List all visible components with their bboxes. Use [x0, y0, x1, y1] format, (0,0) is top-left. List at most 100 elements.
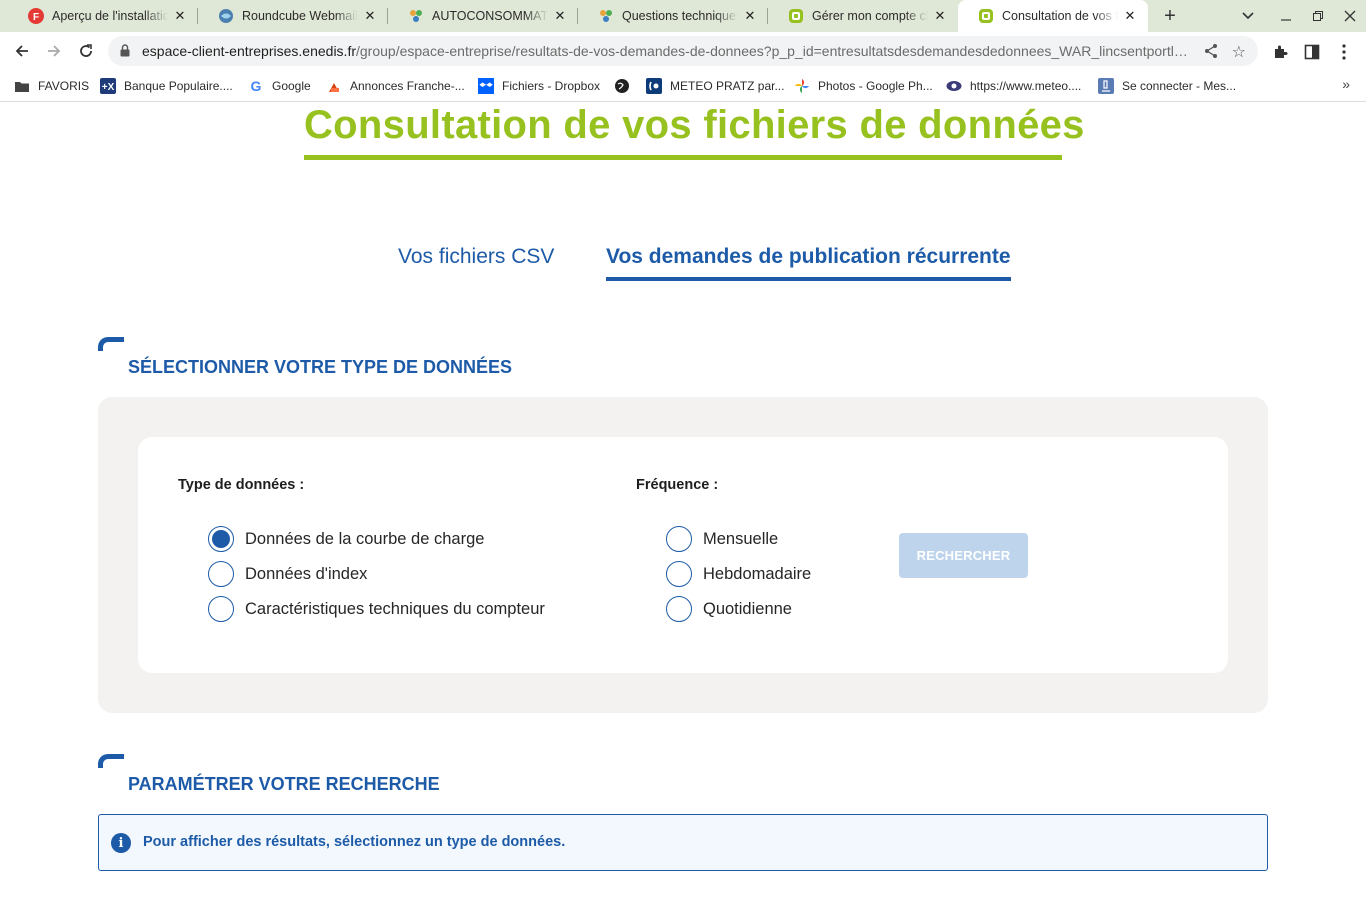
bookmark-item[interactable]: +X Banque Populaire.... [100, 76, 233, 96]
google-icon: G [248, 78, 264, 94]
forward-icon[interactable] [42, 39, 66, 63]
new-tab-icon[interactable]: + [1158, 4, 1182, 28]
section-title: SÉLECTIONNER VOTRE TYPE DE DONNÉES [128, 357, 513, 377]
tab-csv-files[interactable]: Vos fichiers CSV [398, 245, 554, 269]
close-icon[interactable]: ✕ [742, 8, 758, 24]
radio-button-checked[interactable] [208, 526, 234, 552]
title-underline [304, 155, 1062, 160]
browser-tab[interactable]: Questions techniques | ✕ [578, 0, 768, 32]
close-icon[interactable]: ✕ [1122, 8, 1138, 24]
restore-icon[interactable] [1302, 0, 1334, 32]
browser-tab-title: Aperçu de l'installation [52, 9, 168, 23]
meteo-icon [646, 78, 662, 94]
browser-tab-title: Consultation de vos fic [1002, 9, 1118, 23]
tab-search-icon[interactable] [1232, 0, 1264, 32]
back-icon[interactable] [10, 39, 34, 63]
data-type-label: Type de données : [178, 477, 305, 493]
globe-icon [218, 8, 234, 24]
share-icon[interactable] [1204, 43, 1218, 64]
radio-option-meter-specs[interactable]: Caractéristiques techniques du compteur [208, 596, 545, 622]
sidepanel-icon[interactable] [1302, 42, 1322, 62]
corner-decoration [98, 754, 124, 768]
radio-button[interactable] [666, 561, 692, 587]
radio-dot [212, 530, 230, 548]
more-bookmarks-icon[interactable]: » [1342, 76, 1350, 92]
browser-tab-active[interactable]: Consultation de vos fic ✕ [958, 0, 1148, 32]
section-title: PARAMÉTRER VOTRE RECHERCHE [128, 774, 440, 794]
browser-tab-title: Gérer mon compte clien [812, 9, 928, 23]
radio-label: Données d'index [245, 564, 368, 583]
browser-tab[interactable]: Roundcube Webmail :: I ✕ [198, 0, 388, 32]
close-icon[interactable]: ✕ [552, 8, 568, 24]
svg-text:G: G [251, 78, 262, 94]
radio-option-index[interactable]: Données d'index [208, 561, 367, 587]
radio-option-monthly[interactable]: Mensuelle [666, 526, 778, 552]
svg-text:+X: +X [102, 82, 115, 93]
bookmark-item[interactable] [614, 76, 638, 96]
microscope-icon [1098, 78, 1114, 94]
bookmark-item[interactable]: Annonces Franche-... [326, 76, 465, 96]
bookmark-label: FAVORIS [38, 79, 90, 93]
red-logo-icon: F [28, 8, 44, 24]
bookmark-item[interactable]: Se connecter - Mes... [1098, 76, 1236, 96]
close-icon[interactable]: ✕ [932, 8, 948, 24]
info-message-box: i Pour afficher des résultats, sélection… [98, 814, 1268, 871]
photos-icon [794, 78, 810, 94]
close-icon[interactable]: ✕ [362, 8, 378, 24]
radio-label: Caractéristiques techniques du compteur [245, 599, 545, 618]
radio-label: Mensuelle [703, 529, 779, 548]
bookmark-item[interactable]: FAVORIS [14, 76, 89, 96]
bookmark-label: https://www.meteo.... [970, 79, 1082, 93]
info-message: Pour afficher des résultats, sélectionne… [143, 834, 566, 850]
tab-label: Vos fichiers CSV [398, 245, 555, 268]
menu-kebab-icon[interactable] [1334, 42, 1354, 62]
browser-tab[interactable]: AUTOCONSOMMATION ✕ [388, 0, 578, 32]
bookmark-label: Photos - Google Ph... [818, 79, 933, 93]
close-icon[interactable]: ✕ [172, 8, 188, 24]
browser-tab-title: Roundcube Webmail :: I [242, 9, 358, 23]
bookmark-label: METEO PRATZ par... [670, 79, 785, 93]
enedis-icon [788, 8, 804, 24]
bank-icon: +X [100, 78, 116, 94]
bookmark-item[interactable]: Photos - Google Ph... [794, 76, 933, 96]
annonces-icon [326, 78, 342, 94]
lock-icon [120, 44, 130, 62]
reload-icon[interactable] [74, 39, 98, 63]
bookmark-item[interactable]: METEO PRATZ par... [646, 76, 784, 96]
eye-icon [946, 78, 962, 94]
extensions-icon[interactable] [1270, 42, 1290, 62]
address-bar[interactable]: espace-client-entreprises.enedis.fr/grou… [108, 36, 1258, 66]
minimize-icon[interactable] [1270, 0, 1302, 32]
people-icon [408, 8, 424, 24]
bookmark-star-icon[interactable]: ☆ [1232, 42, 1246, 62]
radio-option-daily[interactable]: Quotidienne [666, 596, 792, 622]
bookmark-label: Fichiers - Dropbox [502, 79, 601, 93]
bookmark-item[interactable]: G Google [248, 76, 311, 96]
radio-button[interactable] [208, 561, 234, 587]
url-host: espace-client-entreprises.enedis.fr [142, 43, 356, 59]
url-text: espace-client-entreprises.enedis.fr/grou… [142, 43, 1192, 59]
bookmark-label: Se connecter - Mes... [1122, 79, 1237, 93]
close-window-icon[interactable] [1334, 0, 1366, 32]
browser-tab[interactable]: Gérer mon compte clien ✕ [768, 0, 958, 32]
search-button[interactable]: RECHERCHER [899, 533, 1028, 578]
browser-tab-title: AUTOCONSOMMATION [432, 9, 548, 23]
url-path: /group/espace-entreprise/resultats-de-vo… [356, 43, 1192, 59]
bookmarks-bar: FAVORIS +X Banque Populaire.... G Google… [0, 70, 1366, 102]
radio-option-weekly[interactable]: Hebdomadaire [666, 561, 811, 587]
bookmark-item[interactable]: https://www.meteo.... [946, 76, 1081, 96]
frequency-label: Fréquence : [636, 477, 719, 493]
radio-button[interactable] [666, 596, 692, 622]
people-icon [598, 8, 614, 24]
radio-option-load-curve[interactable]: Données de la courbe de charge [208, 526, 484, 552]
browser-tab-strip: F Aperçu de l'installation ✕ Roundcube W… [0, 0, 1366, 32]
radio-button[interactable] [208, 596, 234, 622]
tab-recurring-requests[interactable]: Vos demandes de publication récurrente [606, 245, 1011, 281]
radio-label: Quotidienne [703, 599, 792, 618]
browser-tab[interactable]: F Aperçu de l'installation ✕ [8, 0, 198, 32]
radio-button[interactable] [666, 526, 692, 552]
dropbox-icon [478, 78, 494, 94]
radio-label: Données de la courbe de charge [245, 529, 485, 548]
bookmark-item[interactable]: Fichiers - Dropbox [478, 76, 600, 96]
globe-dark-icon [614, 78, 630, 94]
